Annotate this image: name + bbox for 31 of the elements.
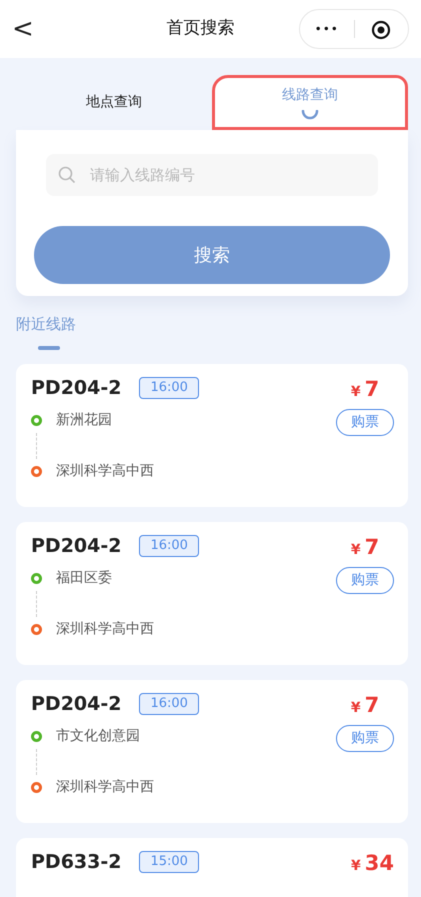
buy-ticket-button[interactable]: 购票 <box>336 725 394 752</box>
tab[interactable]: 线路查询 <box>212 75 408 130</box>
section-title: 附近线路 <box>16 314 77 335</box>
search-button[interactable]: 搜索 <box>34 226 390 284</box>
price: ¥ 34 <box>351 850 394 876</box>
stop-name: 新洲花园 <box>56 411 112 430</box>
departure-time: 16:00 <box>139 535 199 556</box>
page-title: 首页搜索 <box>166 17 236 40</box>
departure-time: 15:00 <box>139 851 199 872</box>
section-underline <box>38 346 60 350</box>
loading-icon <box>301 110 319 120</box>
stop-name: 深圳科学高中西 <box>56 778 154 797</box>
route-code: PD204-2 <box>31 692 122 716</box>
more-button[interactable]: ••• <box>300 20 354 38</box>
stop-name: 市文化创意园 <box>56 727 140 746</box>
stop-name: 深圳科学高中西 <box>56 462 154 481</box>
search-field[interactable]: 请输入线路编号 <box>46 154 378 196</box>
back-button[interactable]: < <box>12 16 42 42</box>
price: ¥ 7 <box>350 376 380 402</box>
departure-time: 16:00 <box>139 377 199 398</box>
buy-ticket-button[interactable]: 购票 <box>336 567 394 594</box>
tab[interactable]: 地点查询 <box>16 75 212 130</box>
departure-time: 16:00 <box>139 693 199 714</box>
route-code: PD204-2 <box>31 376 122 400</box>
route-code: PD633-2 <box>31 850 122 874</box>
buy-ticket-button[interactable]: 购票 <box>336 409 394 436</box>
route-code: PD204-2 <box>31 534 122 558</box>
price: ¥ 7 <box>350 534 380 560</box>
stop-name: 深圳科学高中西 <box>56 620 154 639</box>
price: ¥ 7 <box>350 692 380 718</box>
stop-name: 福田区委 <box>56 569 112 588</box>
